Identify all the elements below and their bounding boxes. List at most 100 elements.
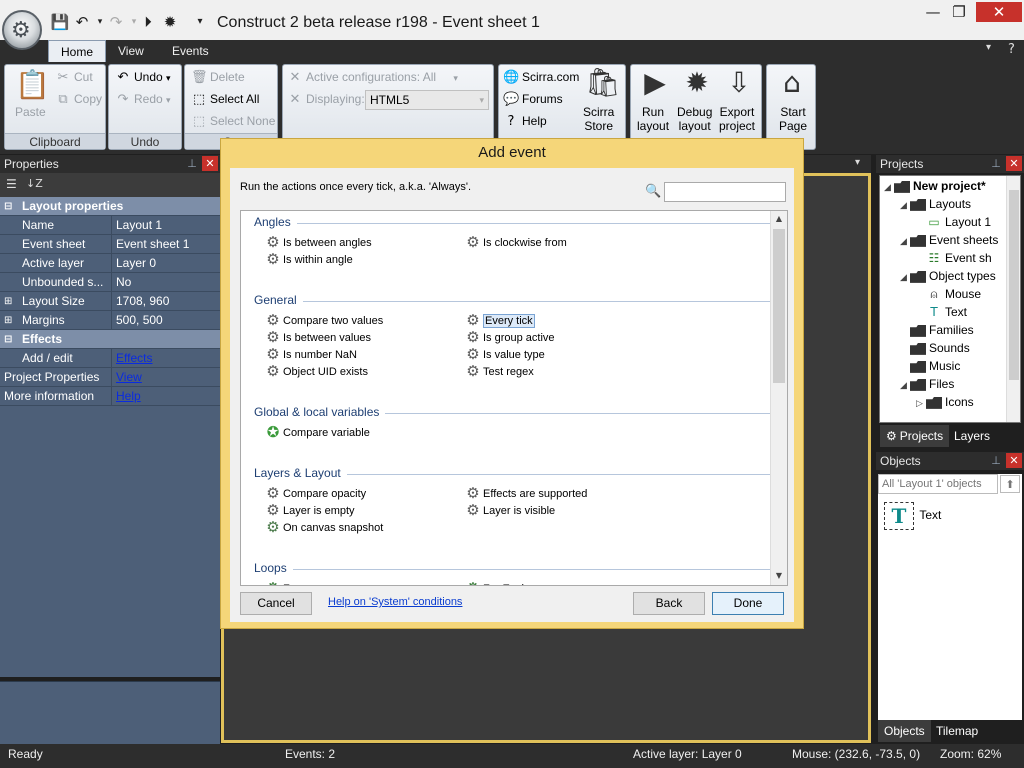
tree-node[interactable]: Sounds [900, 340, 970, 356]
property-value[interactable]: 1708, 960 [111, 292, 169, 311]
categorized-icon[interactable]: ☰ [6, 177, 17, 191]
condition-item[interactable]: ⚙ Test regex [465, 364, 533, 380]
condition-item[interactable]: ⚙For Each [465, 581, 527, 585]
tree-node[interactable]: ▭ Layout 1 [916, 214, 991, 230]
property-value[interactable]: 500, 500 [111, 311, 163, 330]
scroll-up-icon[interactable]: ▲ [774, 214, 784, 224]
tab-home[interactable]: Home [48, 40, 107, 62]
property-row[interactable]: Event sheet Event sheet 1 [0, 235, 220, 254]
customize-qat-icon[interactable]: ▾ [190, 12, 210, 32]
condition-item[interactable]: ⚙ Is clockwise from [465, 235, 566, 251]
tree-node[interactable]: ☷ Event sh [916, 250, 992, 266]
pin-icon[interactable]: ⊥ [184, 156, 200, 171]
expand-toggle-icon[interactable]: ◢ [900, 270, 910, 286]
debug-layout-button[interactable]: Debug layout [677, 105, 712, 133]
objects-filter-up-icon[interactable]: ⬆ [1000, 475, 1020, 493]
start-page-button[interactable]: Start Page [779, 105, 807, 133]
save-icon[interactable]: 💾 [50, 12, 70, 32]
expand-icon[interactable]: ⊞ [4, 292, 12, 311]
tree-node[interactable]: ◢ Event sheets [900, 232, 998, 250]
objects-close-icon[interactable]: ✕ [1006, 453, 1022, 468]
sort-alpha-icon[interactable]: ↓Z [26, 177, 43, 190]
expand-toggle-icon[interactable]: ◢ [900, 378, 910, 394]
cut-button[interactable]: ✂ Cut [55, 70, 93, 86]
tab-objects[interactable]: Objects [878, 720, 931, 742]
property-row[interactable]: ⊞ Layout Size 1708, 960 [0, 292, 220, 311]
tree-node[interactable]: T Text [916, 304, 967, 320]
export-project-button[interactable]: Export project [719, 105, 755, 133]
tree-node[interactable]: Music [900, 358, 960, 374]
help-link-ribbon[interactable]: ? Help [503, 114, 547, 130]
property-category[interactable]: ⊟ Effects [0, 330, 220, 349]
back-button[interactable]: Back [633, 592, 705, 615]
expand-toggle-icon[interactable]: ◢ [884, 180, 894, 196]
forums-link[interactable]: 💬 Forums [503, 92, 563, 108]
tree-node[interactable]: ◢ New project* [884, 178, 986, 196]
maximize-button[interactable]: ❐ [944, 2, 974, 22]
undo-icon[interactable]: ↶ [72, 12, 92, 32]
select-all-button[interactable]: ⬚ Select All [191, 92, 260, 108]
select-none-button[interactable]: ⬚ Select None [191, 114, 276, 130]
property-row[interactable]: ⊞ Margins 500, 500 [0, 311, 220, 330]
delete-button[interactable]: 🗑 Delete [191, 70, 245, 86]
search-input[interactable] [664, 182, 786, 202]
scroll-thumb[interactable] [773, 229, 785, 383]
condition-item[interactable]: ⚙ Effects are supported [465, 486, 587, 502]
condition-item[interactable]: ⚙ Compare two values [265, 313, 383, 329]
vertical-scrollbar[interactable]: ▲ ▼ [770, 211, 787, 585]
property-link[interactable]: View [116, 370, 142, 384]
app-logo-icon[interactable]: ⚙ [2, 10, 42, 50]
condition-item[interactable]: ⚙ Is group active [465, 330, 554, 346]
tree-node[interactable]: ◢ Object types [900, 268, 996, 286]
condition-item[interactable]: ⚙ Compare opacity [265, 486, 366, 502]
property-value-link[interactable]: View [111, 368, 142, 387]
cancel-button[interactable]: Cancel [240, 592, 312, 615]
help-system-conditions-link[interactable]: Help on 'System' conditions [328, 596, 462, 608]
property-value[interactable]: Layer 0 [111, 254, 156, 273]
property-row[interactable]: Unbounded s... No [0, 273, 220, 292]
tab-list-icon[interactable]: ▾ [855, 157, 860, 168]
close-panel-icon[interactable]: ✕ [202, 156, 218, 171]
property-link[interactable]: Help [116, 389, 141, 403]
tree-node[interactable]: ⍝ Mouse [916, 286, 981, 302]
condition-item[interactable]: ⚙ Is number NaN [265, 347, 357, 363]
redo-button[interactable]: ↷ Redo ▾ [115, 92, 171, 108]
property-row[interactable]: More information Help [0, 387, 220, 406]
property-link[interactable]: Effects [116, 351, 152, 365]
undo-button[interactable]: ↶ Undo ▾ [115, 70, 171, 86]
scirra-store-button[interactable]: Scirra Store [583, 105, 614, 133]
objects-pin-icon[interactable]: ⊥ [988, 453, 1004, 468]
property-value-link[interactable]: Effects [111, 349, 152, 368]
tree-node[interactable]: ◢ Layouts [900, 196, 971, 214]
objects-filter-input[interactable] [878, 474, 998, 494]
property-row[interactable]: Active layer Layer 0 [0, 254, 220, 273]
debug-icon[interactable]: ✹ [160, 12, 180, 32]
expand-toggle-icon[interactable]: ◢ [900, 234, 910, 250]
tree-node[interactable]: ◢ Files [900, 376, 954, 394]
close-button[interactable]: ✕ [976, 2, 1022, 22]
done-button[interactable]: Done [712, 592, 784, 615]
paste-button[interactable]: Paste [15, 105, 46, 119]
property-row[interactable]: Name Layout 1 [0, 216, 220, 235]
expand-toggle-icon[interactable]: ▷ [916, 396, 926, 412]
tab-tilemap[interactable]: Tilemap [930, 720, 984, 742]
property-value[interactable]: No [111, 273, 131, 292]
condition-item[interactable]: ⚙For [265, 581, 299, 585]
condition-item[interactable]: ⚙ On canvas snapshot [265, 520, 383, 536]
expand-icon[interactable]: ⊞ [4, 311, 12, 330]
tab-view[interactable]: View [106, 40, 156, 62]
redo-icon[interactable]: ↷ [106, 12, 126, 32]
tree-scrollbar[interactable] [1006, 176, 1020, 422]
property-value-link[interactable]: Help [111, 387, 141, 406]
tab-layers[interactable]: Layers [948, 425, 996, 447]
projects-close-icon[interactable]: ✕ [1006, 156, 1022, 171]
condition-item[interactable]: ⚙ Is between values [265, 330, 371, 346]
condition-item[interactable]: ⚙ Object UID exists [265, 364, 368, 380]
property-value[interactable]: Event sheet 1 [111, 235, 189, 254]
condition-item[interactable]: ⚙ Is between angles [265, 235, 371, 251]
condition-item[interactable]: ⚙ Is value type [465, 347, 545, 363]
tree-node[interactable]: Families [900, 322, 974, 338]
active-configurations-dropdown[interactable]: ✕ Active configurations: All ▾ [287, 70, 458, 86]
collapse-icon[interactable]: ⊟ [4, 197, 12, 216]
condition-item[interactable]: ⚙ Layer is empty [265, 503, 354, 519]
